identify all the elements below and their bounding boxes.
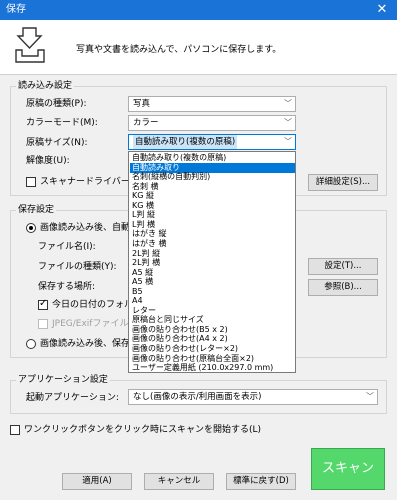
chevron-down-icon: ﹀ — [284, 137, 292, 146]
dropdown-option[interactable]: L判 縦 — [130, 210, 295, 220]
dropdown-option[interactable]: はがき 縦 — [130, 229, 295, 239]
doc-type-select[interactable]: 写真 ﹀ — [128, 96, 296, 112]
save-document-icon — [15, 27, 45, 63]
browse-button[interactable]: 参照(B)... — [308, 279, 378, 296]
dropdown-option[interactable]: A5 横 — [130, 277, 295, 287]
color-mode-label: カラーモード(M): — [26, 118, 98, 128]
doc-type-label: 原稿の種類(P): — [26, 99, 87, 109]
dropdown-option[interactable]: 自動読み取り — [130, 162, 295, 173]
dropdown-option[interactable]: 原稿台と同じサイズ — [130, 315, 295, 325]
dropdown-option[interactable]: 画像の貼り合わせ(原稿台全面×2) — [130, 354, 295, 364]
jpeg-exif-checkbox-label: JPEG/Exifファイルを — [52, 319, 138, 329]
chevron-down-icon: ﹀ — [284, 99, 292, 108]
save-after-radio[interactable] — [26, 339, 36, 349]
doc-size-value: 自動読み取り(複数の原稿) — [133, 135, 238, 149]
title-bar: 保存 ✕ — [0, 0, 397, 20]
dropdown-option[interactable]: 画像の貼り合わせ(レター×2) — [130, 344, 295, 354]
filetype-settings-button[interactable]: 設定(T)... — [308, 258, 378, 275]
dropdown-option[interactable]: ユーザー定義用紙 (210.0x297.0 mm) — [130, 363, 295, 372]
save-after-radio-label: 画像読み込み後、保存 — [40, 339, 131, 349]
launch-app-label: 起動アプリケーション: — [26, 393, 119, 403]
dropdown-option[interactable]: 画像の貼り合わせ(A4 x 2) — [130, 334, 295, 344]
filetype-label: ファイルの種類(Y): — [38, 262, 117, 272]
doc-size-dropdown-list[interactable]: 自動読み取り(複数の原稿) 自動読み取り 名刺(縦横の自動判別) 名刺 横 KG 縦 KG… — [128, 151, 296, 373]
jpeg-exif-checkbox[interactable] — [38, 319, 48, 329]
launch-app-select[interactable]: なし(画像の表示/利用画面を表示) ﹀ — [128, 389, 378, 405]
dropdown-option[interactable]: KG 横 — [130, 201, 295, 211]
color-mode-select[interactable]: カラー ﹀ — [128, 115, 296, 131]
restore-default-button[interactable]: 標準に戻す(D) — [226, 473, 296, 490]
apply-button[interactable]: 適用(A) — [62, 473, 132, 490]
save-auto-radio-label: 画像読み込み後、自動 — [40, 223, 131, 233]
dropdown-option[interactable]: 名刺(縦横の自動判別) — [130, 172, 295, 182]
dropdown-option[interactable]: はがき 横 — [130, 239, 295, 249]
doc-size-label: 原稿サイズ(N): — [26, 138, 88, 148]
dropdown-option[interactable]: 自動読み取り(複数の原稿) — [130, 153, 295, 163]
chevron-down-icon: ﹀ — [366, 392, 374, 401]
oneclick-checkbox[interactable] — [10, 425, 20, 435]
dropdown-option[interactable]: A5 縦 — [130, 268, 295, 278]
dropdown-option[interactable]: 画像の貼り合わせ(B5 x 2) — [130, 325, 295, 335]
dropdown-option[interactable]: 名刺 横 — [130, 182, 295, 192]
resolution-label: 解像度(U): — [26, 156, 70, 166]
filename-label: ファイル名(I): — [38, 242, 96, 252]
header-divider — [0, 74, 397, 75]
oneclick-checkbox-label: ワンクリックボタンをクリック時にスキャンを開始する(L) — [24, 425, 262, 435]
close-button[interactable]: ✕ — [367, 0, 397, 20]
date-folder-checkbox[interactable] — [38, 298, 48, 310]
dropdown-option[interactable]: L判 横 — [130, 220, 295, 230]
save-location-label: 保存する場所: — [38, 282, 96, 292]
doc-type-value: 写真 — [133, 99, 151, 109]
chevron-down-icon: ﹀ — [284, 118, 292, 127]
driver-checkbox[interactable] — [26, 177, 36, 187]
scan-settings-label: 読み込み設定 — [16, 81, 75, 92]
dropdown-option[interactable]: 2L判 縦 — [130, 249, 295, 259]
date-folder-checkbox-label: 今日の日付のフォル — [52, 300, 134, 310]
dropdown-option[interactable]: KG 縦 — [130, 191, 295, 201]
dropdown-option[interactable]: レター — [130, 306, 295, 316]
save-settings-label: 保存設定 — [16, 205, 57, 216]
dropdown-option[interactable]: 2L判 横 — [130, 258, 295, 268]
app-settings-label: アプリケーション設定 — [16, 375, 110, 386]
color-mode-value: カラー — [133, 118, 159, 128]
save-auto-radio[interactable] — [26, 223, 36, 233]
header-description: 写真や文書を読み込んで、パソコンに保存します。 — [76, 45, 282, 55]
doc-size-select[interactable]: 自動読み取り(複数の原稿) ﹀ — [128, 134, 296, 150]
detail-settings-button[interactable]: 詳細設定(S)... — [308, 174, 378, 191]
cancel-button[interactable]: キャンセル — [144, 473, 214, 490]
scan-button[interactable]: スキャン — [311, 448, 385, 490]
dropdown-option[interactable]: B5 — [130, 287, 295, 297]
window-title: 保存 — [6, 4, 26, 15]
launch-app-value: なし(画像の表示/利用画面を表示) — [133, 392, 262, 402]
dropdown-option[interactable]: A4 — [130, 296, 295, 306]
